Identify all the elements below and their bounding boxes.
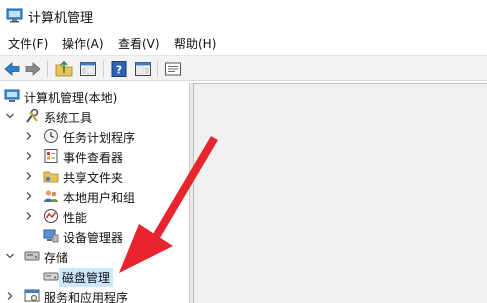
toolbar-separator xyxy=(47,61,48,77)
chevron-right-icon[interactable] xyxy=(24,211,34,221)
tree-label: 事件查看器 xyxy=(63,151,124,165)
tree-label: 存储 xyxy=(44,251,69,265)
menu-bar: 文件(F) 操作(A) 查看(V) 帮助(H) xyxy=(0,31,487,55)
chevron-down-icon[interactable] xyxy=(5,111,15,121)
system-tools-icon xyxy=(26,108,39,123)
tree-item-event-viewer[interactable]: 事件查看器 xyxy=(0,146,189,166)
tree-label: 磁盘管理 xyxy=(59,268,114,287)
folder-up-icon[interactable] xyxy=(55,60,73,78)
tree-item-performance[interactable]: 性能 xyxy=(0,206,189,226)
tree-label: 本地用户和组 xyxy=(63,191,136,205)
tree-item-services-applications[interactable]: 服务和应用程序 xyxy=(0,286,189,303)
performance-icon xyxy=(44,209,58,223)
services-icon xyxy=(24,289,40,302)
tree-item-local-users-groups[interactable]: 本地用户和组 xyxy=(0,186,189,206)
window-title: 计算机管理 xyxy=(28,11,94,26)
forward-icon[interactable] xyxy=(24,60,42,78)
help-icon[interactable]: ? xyxy=(110,60,128,78)
properties-icon[interactable] xyxy=(164,60,182,78)
tree-item-disk-management[interactable]: 磁盘管理 xyxy=(0,266,189,287)
clock-icon xyxy=(44,129,58,143)
tree-item-storage[interactable]: 存储 xyxy=(0,246,189,266)
chevron-right-icon[interactable] xyxy=(24,151,34,161)
console-tree: 计算机管理(本地) 系统工具 任务计划程序 事件查看器 共享文件夹 本地用户和组… xyxy=(0,83,190,303)
computer-management-icon xyxy=(6,8,23,23)
tree-item-shared-folders[interactable]: 共享文件夹 xyxy=(0,166,189,186)
chevron-right-icon[interactable] xyxy=(5,291,15,301)
computer-management-icon xyxy=(4,89,20,102)
toolbar-separator xyxy=(157,61,158,77)
disk-management-icon xyxy=(43,272,59,281)
tree-label: 任务计划程序 xyxy=(63,131,136,145)
users-icon xyxy=(44,190,58,202)
tree-item-computer-management[interactable]: 计算机管理(本地) xyxy=(0,86,189,106)
chevron-right-icon[interactable] xyxy=(24,131,34,141)
event-viewer-icon xyxy=(44,149,58,163)
storage-icon xyxy=(24,251,40,261)
content-pane xyxy=(193,83,487,303)
menu-help[interactable]: 帮助(H) xyxy=(174,35,216,52)
menu-action[interactable]: 操作(A) xyxy=(62,35,104,52)
tree-label: 系统工具 xyxy=(44,111,93,125)
shared-folder-icon xyxy=(43,171,59,183)
tree-item-task-scheduler[interactable]: 任务计划程序 xyxy=(0,126,189,146)
toolbar: ? xyxy=(0,55,487,81)
chevron-right-icon[interactable] xyxy=(24,171,34,181)
toolbar-separator xyxy=(103,61,104,77)
tree-item-system-tools[interactable]: 系统工具 xyxy=(0,106,189,126)
console-tree-icon[interactable] xyxy=(79,60,97,78)
tree-item-device-manager[interactable]: 设备管理器 xyxy=(0,226,189,246)
tree-label: 共享文件夹 xyxy=(63,171,124,185)
tree-label: 性能 xyxy=(63,211,88,225)
svg-text:?: ? xyxy=(116,64,122,77)
tree-label: 设备管理器 xyxy=(63,231,124,245)
tree-label: 计算机管理(本地) xyxy=(24,91,118,105)
menu-view[interactable]: 查看(V) xyxy=(118,35,160,52)
back-icon[interactable] xyxy=(3,60,21,78)
chevron-right-icon[interactable] xyxy=(24,191,34,201)
title-bar: 计算机管理 xyxy=(0,0,487,31)
tree-label: 服务和应用程序 xyxy=(44,291,129,303)
chevron-down-icon[interactable] xyxy=(5,251,15,261)
device-manager-icon xyxy=(43,229,59,243)
show-pane-icon[interactable] xyxy=(134,60,152,78)
menu-file[interactable]: 文件(F) xyxy=(8,35,48,52)
